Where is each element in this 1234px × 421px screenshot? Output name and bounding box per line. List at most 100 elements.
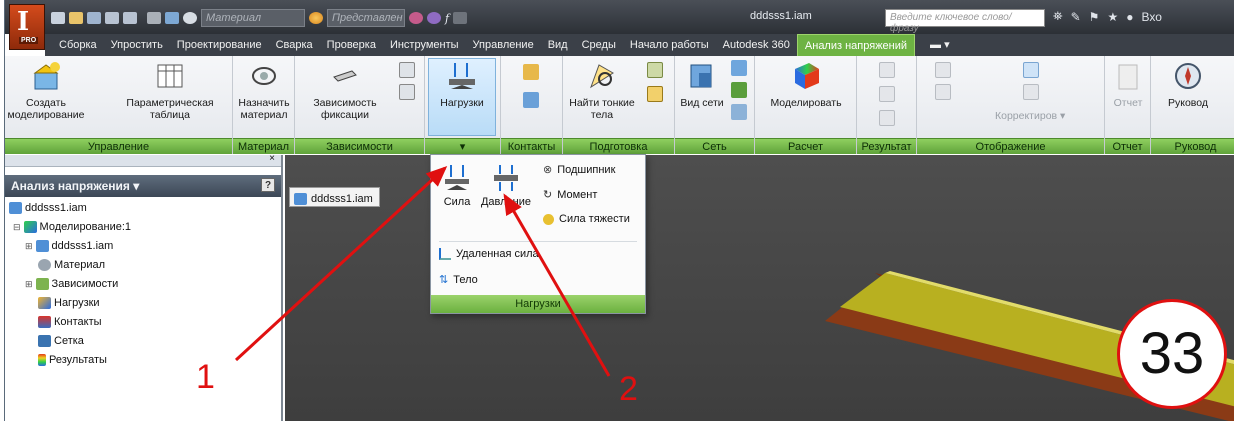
midsurface-icon[interactable]: [647, 62, 663, 78]
tab-tools[interactable]: Инструменты: [383, 34, 466, 56]
panel-display: Корректиров ▾ Отображение: [917, 56, 1105, 154]
force-button[interactable]: Сила: [437, 163, 477, 208]
create-simulation-icon: [33, 62, 60, 90]
tab-design[interactable]: Проектирование: [170, 34, 269, 56]
loads-button[interactable]: Нагрузки: [428, 58, 496, 136]
panel-label-material: Материал: [233, 138, 294, 154]
tab-stress-analysis[interactable]: Анализ напряжений: [796, 34, 916, 56]
wrench-icon[interactable]: ✎: [1071, 10, 1081, 24]
tree-item-results[interactable]: Результаты: [38, 354, 107, 366]
update-icon[interactable]: [165, 12, 179, 24]
animate-results-icon: [879, 62, 895, 78]
panel-result: Результат: [857, 56, 917, 154]
simulate-button[interactable]: Моделировать: [759, 59, 853, 109]
new-file-icon[interactable]: [51, 12, 65, 24]
expand-plus-icon[interactable]: ⊞: [25, 241, 33, 252]
panel-label-manage: Управление: [5, 138, 232, 154]
tab-weld[interactable]: Сварка: [269, 34, 320, 56]
panel-report: Отчет Отчет: [1105, 56, 1151, 154]
body-load-button[interactable]: ⇅ Тело: [439, 273, 478, 287]
same-scale-icon: [935, 62, 951, 78]
force-label: Сила: [443, 196, 471, 208]
tree-item-loads[interactable]: Нагрузки: [38, 297, 100, 309]
tab-view[interactable]: Вид: [541, 34, 575, 56]
manual-contact-icon[interactable]: [523, 92, 539, 108]
panel-label-constraints: Зависимости: [295, 138, 424, 154]
results-icon: [38, 354, 46, 366]
mesh-view-icon: [690, 64, 712, 88]
browser-title-label: Анализ напряжения: [11, 179, 130, 193]
qat-dropdown-icon[interactable]: [453, 12, 468, 24]
favorites-star-icon[interactable]: ★: [1107, 10, 1118, 24]
mesh-settings-icon[interactable]: [731, 60, 747, 76]
find-thin-bodies-button[interactable]: Найти тонкие тела: [565, 59, 639, 121]
fixed-constraint-button[interactable]: Зависимость фиксации: [301, 59, 389, 121]
loads-icon: [449, 63, 475, 89]
undo-icon[interactable]: [105, 12, 119, 24]
create-simulation-button[interactable]: Создать моделирование: [7, 59, 85, 121]
angle-profile-model[interactable]: [285, 155, 1234, 421]
tab-inspect[interactable]: Проверка: [320, 34, 383, 56]
tree-item-simulation[interactable]: ⊟ Моделирование:1: [13, 221, 131, 233]
sign-in-label[interactable]: Вхо: [1141, 10, 1161, 24]
panel-label-solve: Расчет: [755, 138, 856, 154]
pressure-button[interactable]: Давление: [479, 163, 533, 208]
tree-root[interactable]: dddsss1.iam: [9, 202, 87, 214]
tree-item-mesh[interactable]: Сетка: [38, 335, 84, 347]
frictionless-constraint-icon[interactable]: [399, 84, 415, 100]
adjust-appearance-icon[interactable]: [427, 12, 441, 24]
tree-item-material[interactable]: Материал: [38, 259, 105, 271]
local-mesh-control-icon[interactable]: [731, 82, 747, 98]
select-icon[interactable]: [147, 12, 161, 24]
help-search-input[interactable]: Введите ключевое слово/фразу: [885, 9, 1045, 34]
gravity-label: Сила тяжести: [559, 213, 630, 225]
tab-autodesk-360[interactable]: Autodesk 360: [716, 34, 797, 56]
bearing-button[interactable]: ⊗ Подшипник: [543, 163, 615, 177]
shell-connector-icon[interactable]: [647, 86, 663, 102]
user-icon[interactable]: ●: [1126, 10, 1133, 24]
tree-item-assembly[interactable]: ⊞ dddsss1.iam: [25, 240, 113, 252]
automatic-contacts-icon[interactable]: [523, 64, 539, 80]
ribbon-options-icon[interactable]: ▬ ▾: [923, 34, 957, 56]
graphics-viewport[interactable]: dddsss1.iam: [285, 155, 1234, 421]
panel-label-display: Отображение: [917, 138, 1104, 154]
fx-button[interactable]: f: [445, 12, 449, 25]
assign-material-button[interactable]: Назначить материал: [235, 59, 293, 121]
tree-item-constraints[interactable]: ⊞ Зависимости: [25, 278, 118, 290]
parametric-table-button[interactable]: Параметрическая таблица: [115, 59, 225, 121]
open-folder-icon[interactable]: [69, 12, 83, 24]
save-icon[interactable]: [87, 12, 101, 24]
convergence-settings-icon[interactable]: [731, 104, 747, 120]
gravity-button[interactable]: Сила тяжести: [543, 213, 630, 225]
expand-minus-icon[interactable]: ⊟: [13, 222, 21, 233]
tree-item-label: Сетка: [54, 335, 84, 347]
color-bar-icon[interactable]: [1023, 62, 1039, 78]
panel-label-result: Результат: [857, 138, 916, 154]
pin-constraint-icon[interactable]: [399, 62, 415, 78]
browser-title[interactable]: Анализ напряжения ▾ ?: [5, 175, 281, 197]
report-label: Отчет: [1113, 97, 1143, 109]
material-combo[interactable]: Материал: [201, 9, 305, 27]
subscription-icon[interactable]: ⚑: [1089, 10, 1100, 24]
panel-prepare: Найти тонкие тела Подготовка: [563, 56, 675, 154]
panel-contacts: Контакты: [501, 56, 563, 154]
guide-button[interactable]: Руковод: [1153, 59, 1223, 109]
appearance-combo[interactable]: Представлен: [327, 9, 405, 27]
app-logo[interactable]: I PRO: [9, 4, 45, 50]
moment-button[interactable]: ↻ Момент: [543, 188, 597, 202]
tab-assembly[interactable]: Сборка: [45, 34, 104, 56]
mesh-view-button[interactable]: Вид сети: [677, 59, 727, 109]
clear-appearance-icon[interactable]: [409, 12, 423, 24]
redo-icon[interactable]: [123, 12, 137, 24]
loads-expand-icon[interactable]: ▾: [425, 138, 500, 154]
tab-simplify[interactable]: Упростить: [104, 34, 170, 56]
browser-help-icon[interactable]: ?: [261, 178, 275, 192]
tab-environments[interactable]: Среды: [575, 34, 623, 56]
browser-close-icon[interactable]: ×: [269, 153, 275, 164]
binoculars-icon[interactable]: ⛯: [1053, 9, 1063, 24]
tree-item-contacts[interactable]: Контакты: [38, 316, 102, 328]
remote-force-button[interactable]: Удаленная сила: [439, 248, 539, 260]
tab-manage[interactable]: Управление: [466, 34, 541, 56]
expand-plus-icon[interactable]: ⊞: [25, 279, 33, 290]
tab-get-started[interactable]: Начало работы: [623, 34, 716, 56]
